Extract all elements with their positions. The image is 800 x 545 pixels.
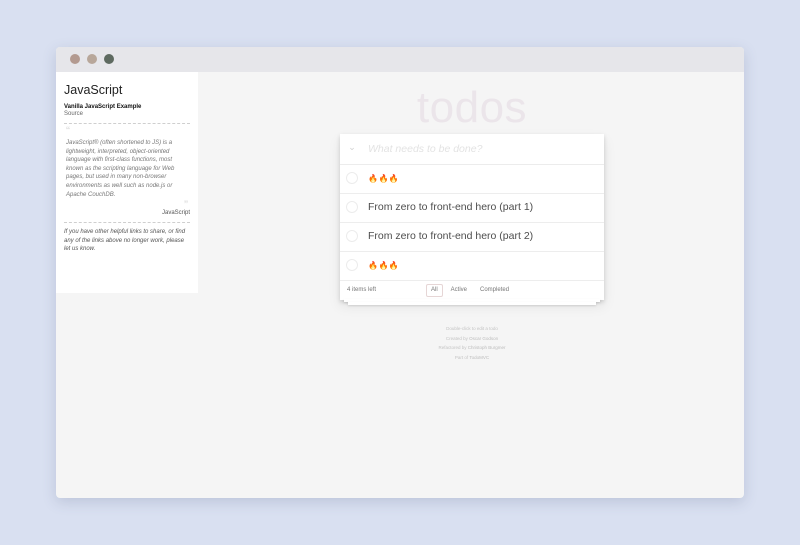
close-quote-icon: ” bbox=[184, 197, 188, 212]
info-footer: Double-click to edit a todo Created by O… bbox=[399, 324, 545, 362]
refactor-author-link[interactable]: Christoph Burgmer bbox=[468, 345, 506, 350]
open-quote-icon: “ bbox=[66, 124, 70, 138]
todo-label[interactable]: 🔥🔥🔥 bbox=[368, 174, 399, 183]
todo-label[interactable]: 🔥🔥🔥 bbox=[368, 261, 399, 270]
chevron-down-icon[interactable]: ⌄ bbox=[347, 142, 357, 152]
divider bbox=[64, 123, 190, 124]
new-todo-input[interactable] bbox=[368, 139, 593, 159]
todo-checkbox[interactable] bbox=[346, 230, 358, 242]
example-link[interactable]: Vanilla JavaScript Example bbox=[64, 104, 190, 110]
description-quote: “ JavaScript® (often shortened to JS) is… bbox=[64, 124, 190, 210]
filters: All Active Completed bbox=[426, 284, 514, 297]
filter-active[interactable]: Active bbox=[446, 284, 472, 297]
info-hint: Double-click to edit a todo bbox=[446, 326, 498, 331]
todo-list: 🔥🔥🔥 From zero to front-end hero (part 1)… bbox=[340, 165, 604, 281]
quote-cite-link[interactable]: JavaScript bbox=[64, 210, 190, 216]
todo-footer: 4 items left All Active Completed bbox=[340, 281, 604, 300]
divider bbox=[64, 222, 190, 224]
todo-item[interactable]: From zero to front-end hero (part 1) bbox=[340, 194, 604, 223]
filter-all[interactable]: All bbox=[426, 284, 443, 297]
source-link[interactable]: Source bbox=[64, 111, 190, 117]
info-created-by: Created by Oscar Godson bbox=[445, 335, 499, 341]
todo-checkbox[interactable] bbox=[346, 201, 358, 213]
todo-checkbox[interactable] bbox=[346, 172, 358, 184]
todo-item[interactable]: 🔥🔥🔥 bbox=[340, 252, 604, 281]
stack-shadow bbox=[348, 302, 596, 305]
maximize-window-button[interactable] bbox=[104, 54, 114, 64]
info-part-of: Part of TodoMVC bbox=[454, 354, 490, 360]
todo-label[interactable]: From zero to front-end hero (part 2) bbox=[368, 230, 533, 242]
todomvc-link[interactable]: TodoMVC bbox=[469, 355, 489, 360]
learn-sidebar: JavaScript Vanilla JavaScript Example So… bbox=[56, 72, 198, 293]
new-todo-row: ⌄ bbox=[340, 134, 604, 165]
quote-text: JavaScript® (often shortened to JS) is a… bbox=[66, 140, 175, 198]
todo-label[interactable]: From zero to front-end hero (part 1) bbox=[368, 201, 533, 213]
filter-completed[interactable]: Completed bbox=[475, 284, 514, 297]
todo-item[interactable]: From zero to front-end hero (part 2) bbox=[340, 223, 604, 252]
sidebar-title: JavaScript bbox=[64, 83, 123, 97]
sidebar-footer-text: If you have other helpful links to share… bbox=[64, 229, 186, 253]
todo-item[interactable]: 🔥🔥🔥 bbox=[340, 165, 604, 194]
info-refactored-by: Refactored by Christoph Burgmer bbox=[438, 345, 506, 350]
browser-window: JavaScript Vanilla JavaScript Example So… bbox=[56, 47, 744, 498]
app-title: todos bbox=[416, 83, 528, 132]
todo-checkbox[interactable] bbox=[346, 259, 358, 271]
todo-app: ⌄ 🔥🔥🔥 From zero to front-end hero (part … bbox=[340, 134, 604, 300]
author-link[interactable]: Oscar Godson bbox=[469, 336, 498, 341]
items-left-count: 4 items left bbox=[347, 287, 377, 293]
close-window-button[interactable] bbox=[70, 54, 80, 64]
window-titlebar bbox=[56, 47, 744, 72]
minimize-window-button[interactable] bbox=[87, 54, 97, 64]
